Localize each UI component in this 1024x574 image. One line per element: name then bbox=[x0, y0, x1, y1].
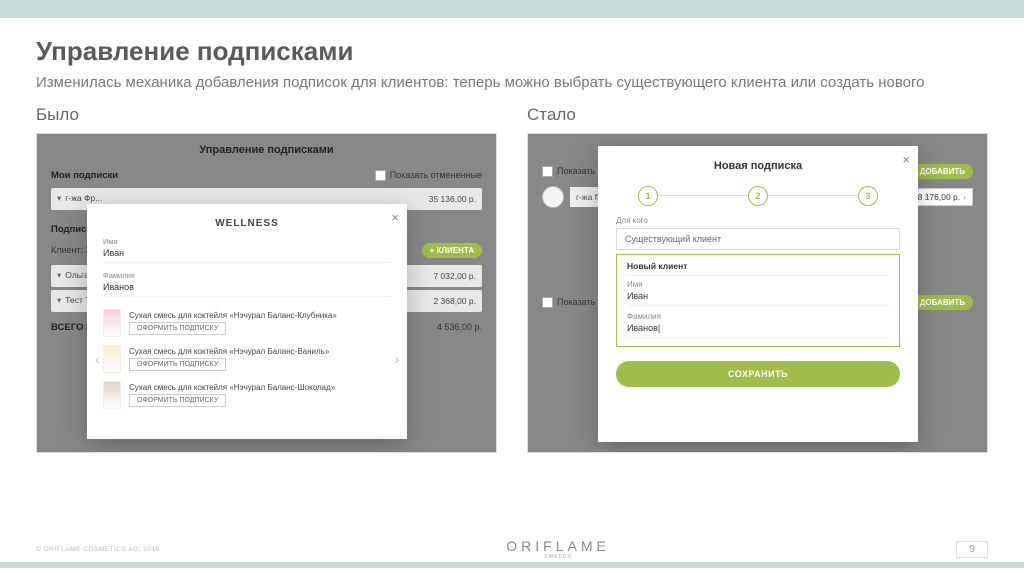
product-item: Сухая смесь для коктейля «Нэчурал Баланс… bbox=[103, 377, 391, 413]
step-3: 3 bbox=[858, 186, 878, 206]
product-thumb bbox=[103, 381, 121, 409]
column-before-heading: Было bbox=[36, 105, 497, 125]
save-button[interactable]: СОХРАНИТЬ bbox=[616, 361, 900, 387]
new-client-box: Новый клиент Имя Иван Фамилия Иванов| bbox=[616, 254, 900, 347]
wellness-modal: × WELLNESS Имя Иван Фамилия Иванов ‹ › С… bbox=[87, 204, 407, 439]
modal-title: WELLNESS bbox=[103, 218, 391, 229]
footer-strip bbox=[0, 562, 1024, 568]
product-thumb bbox=[103, 309, 121, 337]
oriflame-logo: ORIFLAME bbox=[506, 538, 610, 560]
lastname-label: Фамилия bbox=[627, 312, 889, 321]
add-client-button[interactable]: + КЛИЕНТА bbox=[422, 243, 482, 258]
product-item: Сухая смесь для коктейля «Нэчурал Баланс… bbox=[103, 305, 391, 341]
subscribe-button[interactable]: ОФОРМИТЬ ПОДПИСКУ bbox=[129, 322, 226, 335]
stepper: 1 2 3 bbox=[616, 186, 900, 206]
page-title: Управление подписками bbox=[36, 36, 988, 67]
my-subs-label: Мои подписки bbox=[51, 170, 118, 181]
close-icon[interactable]: × bbox=[902, 152, 910, 167]
after-screenshot: Показать отмененные + ДОБАВИТЬ г-жа firs… bbox=[527, 133, 988, 453]
modal-title: Новая подписка bbox=[616, 160, 900, 172]
existing-client-select[interactable]: Существующий клиент bbox=[616, 228, 900, 250]
new-client-heading: Новый клиент bbox=[627, 261, 889, 276]
price-chip: 8 176,00 р. bbox=[911, 188, 973, 206]
clock-icon bbox=[542, 186, 564, 208]
subscribe-button[interactable]: ОФОРМИТЬ ПОДПИСКУ bbox=[129, 394, 226, 407]
page-subtitle: Изменилась механика добавления подписок … bbox=[36, 73, 988, 93]
subscribe-button[interactable]: ОФОРМИТЬ ПОДПИСКУ bbox=[129, 358, 226, 371]
firstname-value[interactable]: Иван bbox=[103, 246, 391, 263]
lastname-label: Фамилия bbox=[103, 271, 391, 280]
before-screenshot: Управление подписками Мои подписки Показ… bbox=[36, 133, 497, 453]
product-thumb bbox=[103, 345, 121, 373]
carousel-right-icon[interactable]: › bbox=[394, 351, 399, 367]
firstname-label: Имя bbox=[627, 280, 889, 289]
total-price: 4 536,00 р. bbox=[437, 322, 482, 332]
show-cancelled-checkbox[interactable]: Показать отмененные bbox=[375, 170, 482, 181]
product-item: Сухая смесь для коктейля «Нэчурал Баланс… bbox=[103, 341, 391, 377]
carousel-left-icon[interactable]: ‹ bbox=[95, 351, 100, 367]
firstname-label: Имя bbox=[103, 237, 391, 246]
clients-count: Клиент: 2 bbox=[51, 245, 91, 255]
firstname-input[interactable]: Иван bbox=[627, 289, 889, 306]
page-number: 9 bbox=[956, 541, 988, 558]
lastname-input[interactable]: Иванов| bbox=[627, 321, 889, 338]
lastname-value[interactable]: Иванов bbox=[103, 280, 391, 297]
copyright: © ORIFLAME COSMETICS AG, 2019 bbox=[36, 546, 160, 553]
step-1: 1 bbox=[638, 186, 658, 206]
close-icon[interactable]: × bbox=[391, 210, 399, 225]
step-2: 2 bbox=[748, 186, 768, 206]
column-after-heading: Стало bbox=[527, 105, 988, 125]
new-subscription-modal: × Новая подписка 1 2 3 Для кого Существу… bbox=[598, 146, 918, 442]
before-title: Управление подписками bbox=[51, 144, 482, 156]
for-whom-label: Для кого bbox=[616, 216, 900, 225]
header-strip bbox=[0, 0, 1024, 18]
